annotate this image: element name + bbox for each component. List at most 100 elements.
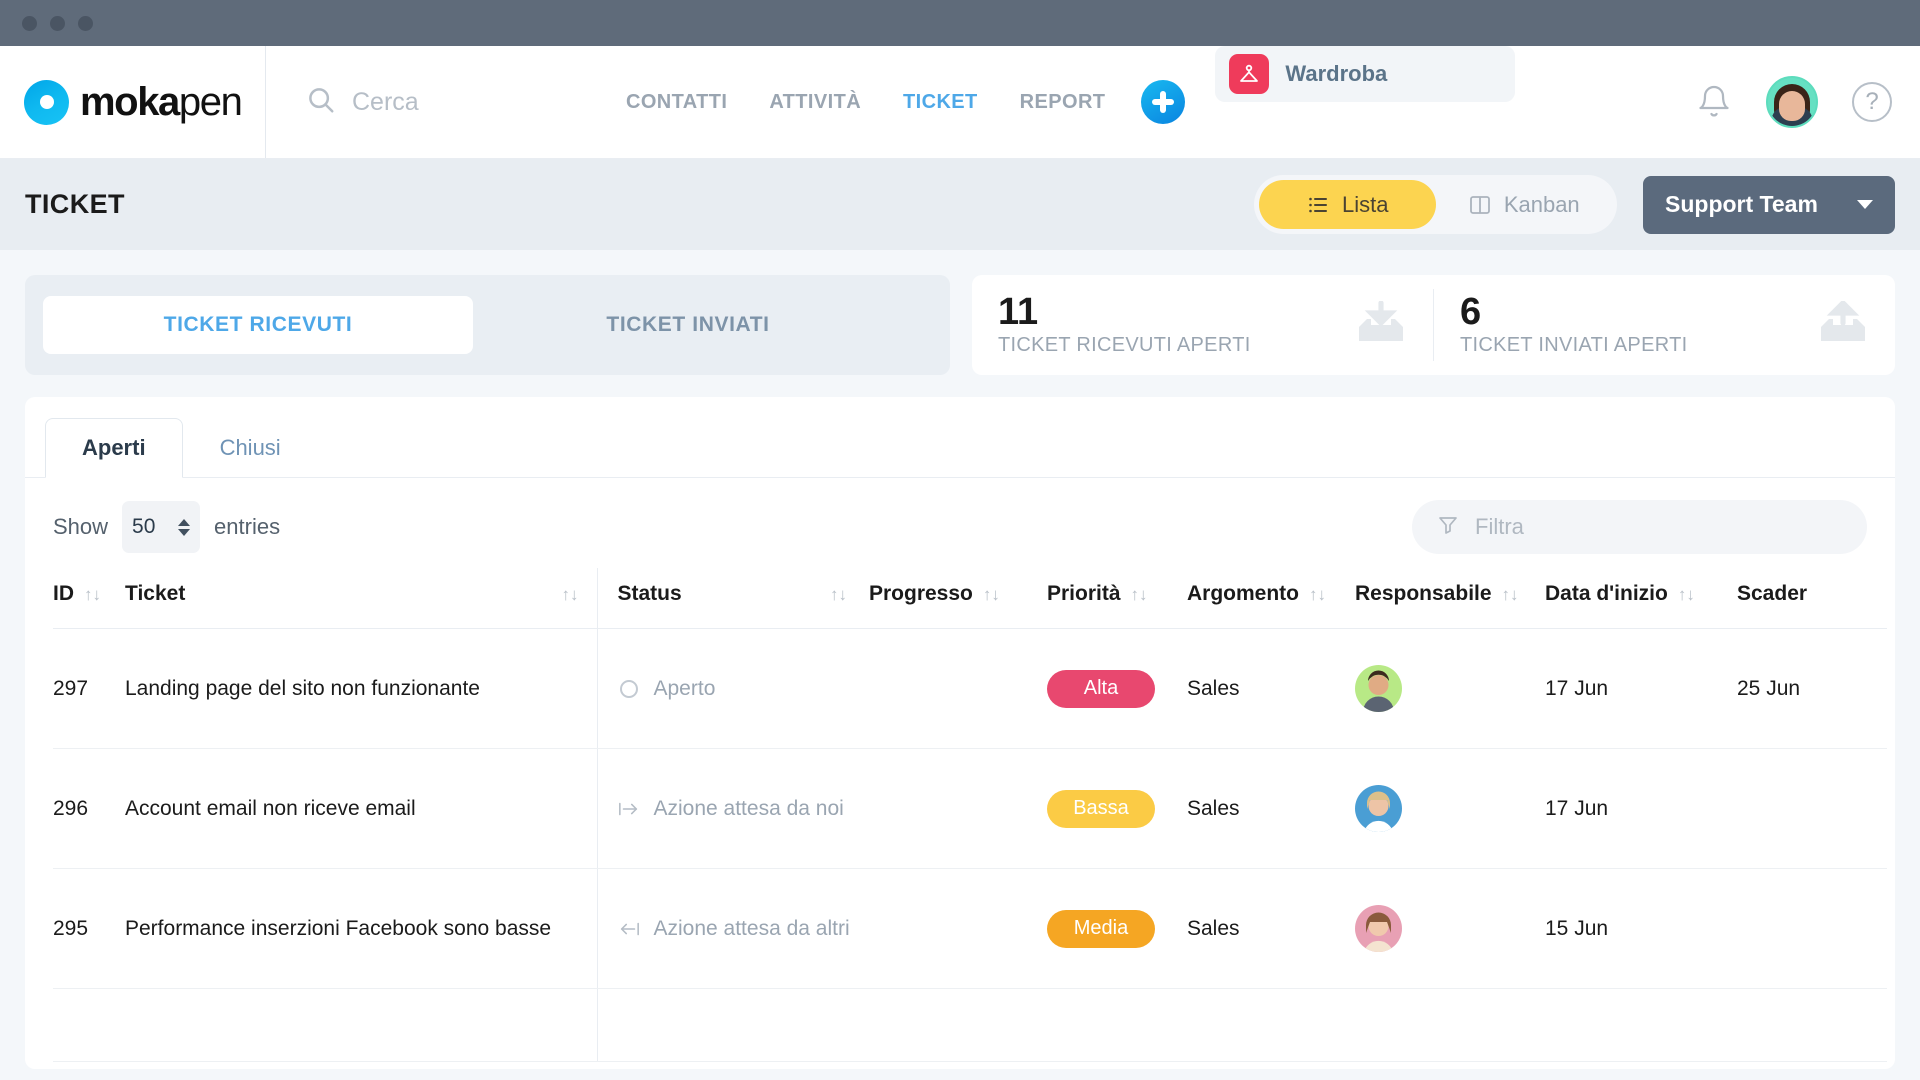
team-selector-dropdown[interactable]: Support Team xyxy=(1643,176,1895,234)
add-new-button[interactable] xyxy=(1141,80,1185,124)
ticket-direction-tabs: TICKET RICEVUTI TICKET INVIATI xyxy=(25,275,950,375)
cell-status xyxy=(597,989,869,1062)
cell-ticket: Landing page del sito non funzionante xyxy=(125,629,597,749)
cell-scadenza xyxy=(1737,989,1887,1062)
col-label: Progresso xyxy=(869,582,973,606)
search-placeholder: Cerca xyxy=(352,88,419,117)
col-label: Ticket xyxy=(125,582,185,606)
cell-id: 296 xyxy=(53,749,125,869)
cell-responsabile xyxy=(1355,749,1545,869)
view-mode-lista[interactable]: Lista xyxy=(1259,180,1436,229)
page-subheader: TICKET Lista Kanban Support Team xyxy=(0,159,1920,250)
window-titlebar xyxy=(0,0,1920,46)
page-title: TICKET xyxy=(25,189,125,220)
brand-name-bold: moka xyxy=(80,80,179,124)
col-label: Scader xyxy=(1737,582,1807,606)
table-row[interactable]: 295 Performance inserzioni Facebook sono… xyxy=(53,869,1887,989)
status-label: Azione attesa da altri xyxy=(654,917,850,941)
table-row[interactable]: 296 Account email non riceve email Azion… xyxy=(53,749,1887,869)
col-header-progresso[interactable]: Progresso ↑↓ xyxy=(869,568,1047,629)
cell-data-inizio xyxy=(1545,989,1737,1062)
view-mode-kanban[interactable]: Kanban xyxy=(1436,180,1613,229)
cell-status: Azione attesa da altri xyxy=(597,869,869,989)
col-label: Argomento xyxy=(1187,582,1299,606)
window-close-button[interactable] xyxy=(22,16,37,31)
top-navigation-bar: mokapen Cerca CONTATTI ATTIVITÀ TICKET R… xyxy=(0,46,1920,159)
cell-id xyxy=(53,989,125,1062)
entries-value: 50 xyxy=(132,515,155,539)
show-entries-control: Show 50 entries xyxy=(53,501,280,553)
inbox-download-icon xyxy=(1355,301,1407,350)
cell-priorita: Alta xyxy=(1047,629,1187,749)
cell-priorita: Media xyxy=(1047,869,1187,989)
status-label: Aperto xyxy=(654,677,716,701)
kanban-icon xyxy=(1468,193,1492,217)
brand-name-light: pen xyxy=(179,80,242,124)
cell-responsabile xyxy=(1355,869,1545,989)
table-body: 297 Landing page del sito non funzionant… xyxy=(53,629,1887,1062)
view-mode-toggle: Lista Kanban xyxy=(1254,175,1617,234)
cell-data-inizio: 15 Jun xyxy=(1545,869,1737,989)
assignee-avatar[interactable] xyxy=(1355,905,1402,952)
col-header-status[interactable]: Status↑↓ xyxy=(597,568,869,629)
entries-label: entries xyxy=(214,514,280,540)
tickets-table: ID↑↓ Ticket↑↓ Status↑↓ Progresso↑↓ Prior… xyxy=(53,568,1887,1062)
window-minimize-button[interactable] xyxy=(50,16,65,31)
entries-per-page-select[interactable]: 50 xyxy=(122,501,200,553)
cell-ticket: Performance inserzioni Facebook sono bas… xyxy=(125,869,597,989)
show-label: Show xyxy=(53,514,108,540)
table-controls: Show 50 entries Filtra xyxy=(25,478,1895,568)
sort-icon: ↑↓ xyxy=(1502,586,1519,603)
cell-id: 295 xyxy=(53,869,125,989)
cell-scadenza xyxy=(1737,869,1887,989)
nav-item-contatti[interactable]: CONTATTI xyxy=(626,91,727,114)
stepper-icon xyxy=(178,519,190,536)
table-header-row: ID↑↓ Ticket↑↓ Status↑↓ Progresso↑↓ Prior… xyxy=(53,568,1887,629)
cell-ticket xyxy=(125,989,597,1062)
sort-icon: ↑↓ xyxy=(983,586,1000,603)
nav-item-ticket[interactable]: TICKET xyxy=(903,91,978,114)
cell-argomento: Sales xyxy=(1187,869,1355,989)
tab-chiusi[interactable]: Chiusi xyxy=(183,418,318,478)
circle-open-icon xyxy=(618,680,640,698)
col-header-argomento[interactable]: Argomento↑↓ xyxy=(1187,568,1355,629)
help-button[interactable]: ? xyxy=(1852,82,1892,122)
cell-ticket: Account email non riceve email xyxy=(125,749,597,869)
view-mode-lista-label: Lista xyxy=(1342,192,1388,218)
stat-ticket-ricevuti-aperti: 11 TICKET RICEVUTI APERTI xyxy=(972,289,1433,361)
cell-id: 297 xyxy=(53,629,125,749)
filter-input[interactable]: Filtra xyxy=(1412,500,1867,554)
nav-item-attivita[interactable]: ATTIVITÀ xyxy=(769,91,861,114)
mokapen-logo-icon xyxy=(24,80,69,125)
col-header-scadenza[interactable]: Scader xyxy=(1737,568,1887,629)
segment-ticket-ricevuti[interactable]: TICKET RICEVUTI xyxy=(43,296,473,354)
sort-icon: ↑↓ xyxy=(1678,586,1695,603)
tab-aperti[interactable]: Aperti xyxy=(45,418,183,478)
priority-badge: Alta xyxy=(1047,670,1155,708)
col-label: Responsabile xyxy=(1355,582,1492,606)
window-maximize-button[interactable] xyxy=(78,16,93,31)
col-header-responsabile[interactable]: Responsabile ↑↓ xyxy=(1355,568,1545,629)
table-row[interactable]: 297 Landing page del sito non funzionant… xyxy=(53,629,1887,749)
col-header-ticket[interactable]: Ticket↑↓ xyxy=(125,568,597,629)
arrow-right-bar-icon xyxy=(618,800,640,818)
col-header-data-inizio[interactable]: Data d'inizio↑↓ xyxy=(1545,568,1737,629)
col-header-id[interactable]: ID↑↓ xyxy=(53,568,125,629)
cell-argomento xyxy=(1187,989,1355,1062)
organization-selector[interactable]: Wardroba xyxy=(1215,46,1515,102)
cell-priorita xyxy=(1047,989,1187,1062)
table-row[interactable] xyxy=(53,989,1887,1062)
user-avatar[interactable] xyxy=(1766,76,1818,128)
stat-ticket-inviati-aperti: 6 TICKET INVIATI APERTI xyxy=(1433,289,1895,361)
assignee-avatar[interactable] xyxy=(1355,785,1402,832)
stat-value: 6 xyxy=(1460,293,1687,331)
brand-logo[interactable]: mokapen xyxy=(0,46,266,158)
segment-ticket-inviati[interactable]: TICKET INVIATI xyxy=(473,296,903,354)
nav-item-report[interactable]: REPORT xyxy=(1020,91,1106,114)
col-header-priorita[interactable]: Priorità↑↓ xyxy=(1047,568,1187,629)
notifications-button[interactable] xyxy=(1696,84,1732,120)
team-selector-label: Support Team xyxy=(1665,191,1818,218)
assignee-avatar[interactable] xyxy=(1355,665,1402,712)
global-search[interactable]: Cerca xyxy=(266,46,596,158)
view-mode-kanban-label: Kanban xyxy=(1504,192,1580,218)
